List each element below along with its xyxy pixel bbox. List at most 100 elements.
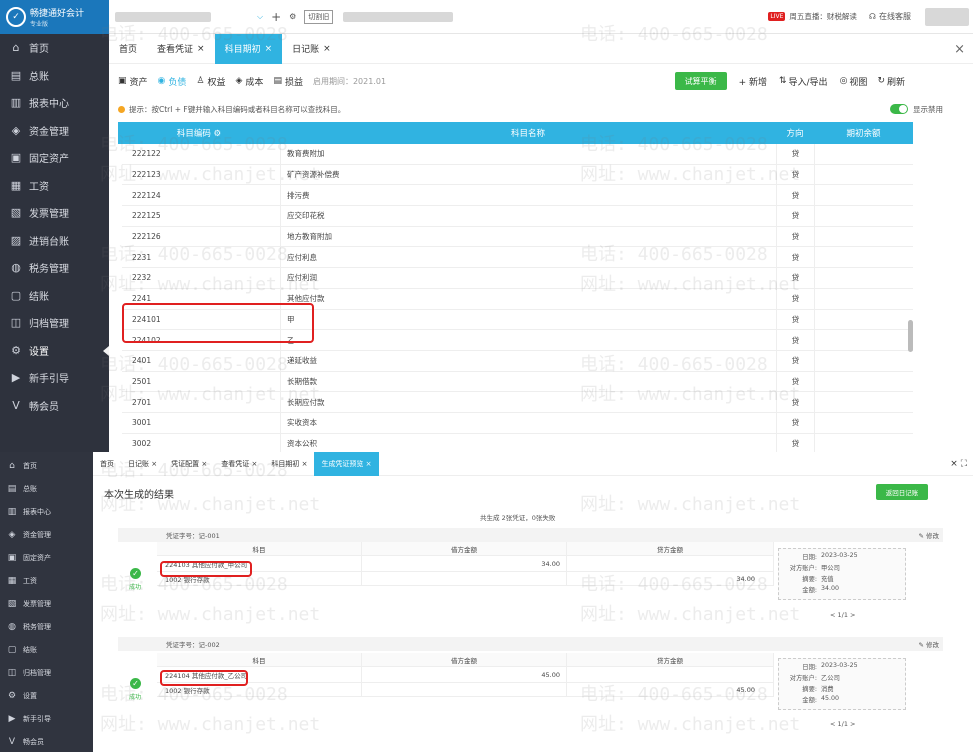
pager[interactable]: < 1/1 > xyxy=(830,611,856,619)
close-icon[interactable]: × xyxy=(151,460,157,468)
table-row[interactable]: 222125 应交印花税贷 xyxy=(122,206,913,227)
sidebar-item[interactable]: ▦ 工资 xyxy=(0,569,93,592)
sidebar-item[interactable]: ▤ 总账 xyxy=(0,477,93,500)
sidebar-item[interactable]: ▶ 新手引导 xyxy=(0,364,109,392)
tab-home[interactable]: 首页 xyxy=(109,34,147,64)
sidebar-item[interactable]: ▨ 进销台账 xyxy=(0,227,109,255)
scrollbar[interactable] xyxy=(908,320,913,352)
sidebar-item[interactable]: ◈ 资金管理 xyxy=(0,523,93,546)
tab-journal[interactable]: 日记账 × xyxy=(121,452,164,476)
tab-subject-opening[interactable]: 科目期初 × xyxy=(214,33,283,64)
opening-balance-cell[interactable] xyxy=(814,268,913,288)
tab-profit-loss[interactable]: ▤ 损益 xyxy=(273,75,303,88)
table-row[interactable]: 3002 资本公积贷 xyxy=(122,433,913,452)
sidebar-item[interactable]: ▶ 新手引导 xyxy=(0,707,93,730)
sidebar-item[interactable]: ▤ 总账 xyxy=(0,62,109,90)
gear-icon[interactable]: ⚙ xyxy=(289,12,296,21)
sidebar-item[interactable]: ⌂ 首页 xyxy=(0,454,93,477)
sidebar-item[interactable]: ▧ 发票管理 xyxy=(0,199,109,227)
tab-view-voucher[interactable]: 查看凭证 × xyxy=(214,452,264,476)
close-icon[interactable]: × xyxy=(265,44,273,54)
sidebar-item[interactable]: ◍ 税务管理 xyxy=(0,615,93,638)
opening-balance-cell[interactable] xyxy=(814,288,913,309)
table-row[interactable]: 2401 递延收益贷 xyxy=(122,350,913,372)
table-row[interactable]: 2501 长期借款贷 xyxy=(122,371,913,393)
opening-balance-cell[interactable] xyxy=(814,144,913,164)
gear-icon[interactable]: ⚙ xyxy=(214,129,222,139)
sidebar-item[interactable]: ◈ 资金管理 xyxy=(0,117,109,145)
result-summary: 共生成 2张凭证，0张失败 xyxy=(480,514,556,522)
opening-balance-cell[interactable] xyxy=(814,226,913,247)
sidebar-item[interactable]: ◫ 归档管理 xyxy=(0,661,93,684)
sidebar-item[interactable]: ◍ 税务管理 xyxy=(0,254,109,282)
show-disabled-toggle[interactable] xyxy=(890,104,908,114)
table-row[interactable]: 3001 实收资本贷 xyxy=(122,412,913,434)
tab-journal[interactable]: 日记账 × xyxy=(282,34,341,64)
sidebar-item[interactable]: V 畅会员 xyxy=(0,392,109,420)
sidebar-item[interactable]: ▣ 固定资产 xyxy=(0,144,109,172)
close-icon[interactable]: × xyxy=(954,42,965,57)
tab-cost[interactable]: ◈ 成本 xyxy=(236,75,264,88)
chevron-down-icon[interactable]: ⌵ xyxy=(257,12,263,22)
sidebar-item[interactable]: ▥ 报表中心 xyxy=(0,89,109,117)
pager[interactable]: < 1/1 > xyxy=(830,720,856,728)
table-row[interactable]: 222123 矿产资源补偿费贷 xyxy=(122,164,913,186)
tab-equity[interactable]: ♙ 权益 xyxy=(196,75,225,88)
plus-icon[interactable]: + xyxy=(271,10,281,24)
table-row[interactable]: 222124 排污费贷 xyxy=(122,185,913,207)
back-to-journal-button[interactable]: 返回日记账 xyxy=(876,484,928,500)
sidebar-item[interactable]: ▢ 结账 xyxy=(0,638,93,661)
close-icon[interactable]: × xyxy=(197,44,205,54)
user-avatar-blurred[interactable] xyxy=(925,7,969,26)
close-icon[interactable]: × xyxy=(201,460,207,468)
edit-button[interactable]: ✎ 修改 xyxy=(918,530,939,540)
tab-voucher-config[interactable]: 凭证配置 × xyxy=(164,452,214,476)
switch-old-button[interactable]: 切割旧 xyxy=(304,9,334,24)
online-service-link[interactable]: 在线客服 xyxy=(879,11,911,22)
sidebar-item[interactable]: ▢ 结账 xyxy=(0,282,109,310)
tab-assets[interactable]: ▣ 资产 xyxy=(118,75,148,88)
close-icon[interactable]: × xyxy=(251,460,257,468)
edit-button[interactable]: ✎ 修改 xyxy=(918,639,939,649)
opening-balance-cell[interactable] xyxy=(814,371,913,392)
opening-balance-cell[interactable] xyxy=(814,185,913,206)
opening-balance-cell[interactable] xyxy=(814,309,913,330)
tab-voucher-preview[interactable]: 生成凭证预览 × xyxy=(314,452,379,476)
live-notice-link[interactable]: 周五直播：财税解读 xyxy=(789,11,857,22)
sidebar-item[interactable]: ⚙ 设置 xyxy=(0,337,109,365)
import-export-button[interactable]: 导入/导出 xyxy=(789,75,828,88)
close-icon[interactable]: × xyxy=(323,44,331,54)
sidebar-item[interactable]: ▥ 报表中心 xyxy=(0,500,93,523)
tab-subject-opening[interactable]: 科目期初 × xyxy=(264,452,314,476)
close-icon[interactable]: × xyxy=(302,460,308,468)
sidebar-item[interactable]: ▦ 工资 xyxy=(0,172,109,200)
sidebar-item[interactable]: ◫ 归档管理 xyxy=(0,309,109,337)
tab-liabilities[interactable]: ◉ 负债 xyxy=(158,75,187,88)
opening-balance-cell[interactable] xyxy=(814,247,913,268)
opening-balance-cell[interactable] xyxy=(814,206,913,226)
opening-balance-cell[interactable] xyxy=(814,330,913,350)
opening-balance-cell[interactable] xyxy=(814,392,913,412)
refresh-button[interactable]: 刷新 xyxy=(887,75,905,88)
sidebar-item[interactable]: ⌂ 首页 xyxy=(0,34,109,62)
opening-balance-cell[interactable] xyxy=(814,433,913,452)
sidebar-item[interactable]: ▧ 发票管理 xyxy=(0,592,93,615)
close-icon[interactable]: × xyxy=(366,460,372,468)
opening-balance-cell[interactable] xyxy=(814,350,913,371)
table-row[interactable]: 222122 教育费附加贷 xyxy=(122,144,913,165)
close-icon[interactable]: × ⛶ xyxy=(950,459,967,469)
table-row[interactable]: 2231 应付利息贷 xyxy=(122,247,913,269)
tab-home[interactable]: 首页 xyxy=(93,452,121,476)
table-row[interactable]: 222126 地方教育附加贷 xyxy=(122,226,913,248)
table-row[interactable]: 2701 长期应付款贷 xyxy=(122,392,913,413)
table-row[interactable]: 2232 应付利润贷 xyxy=(122,268,913,289)
sidebar-item[interactable]: ▣ 固定资产 xyxy=(0,546,93,569)
sidebar-item[interactable]: ⚙ 设置 xyxy=(0,684,93,707)
sidebar-item[interactable]: V 畅会员 xyxy=(0,730,93,752)
trial-balance-button[interactable]: 试算平衡 xyxy=(674,72,727,90)
opening-balance-cell[interactable] xyxy=(814,164,913,185)
tab-view-voucher[interactable]: 查看凭证 × xyxy=(147,34,215,64)
add-button[interactable]: + 新增 xyxy=(739,75,767,88)
view-button[interactable]: 视图 xyxy=(849,75,867,88)
opening-balance-cell[interactable] xyxy=(814,412,913,433)
